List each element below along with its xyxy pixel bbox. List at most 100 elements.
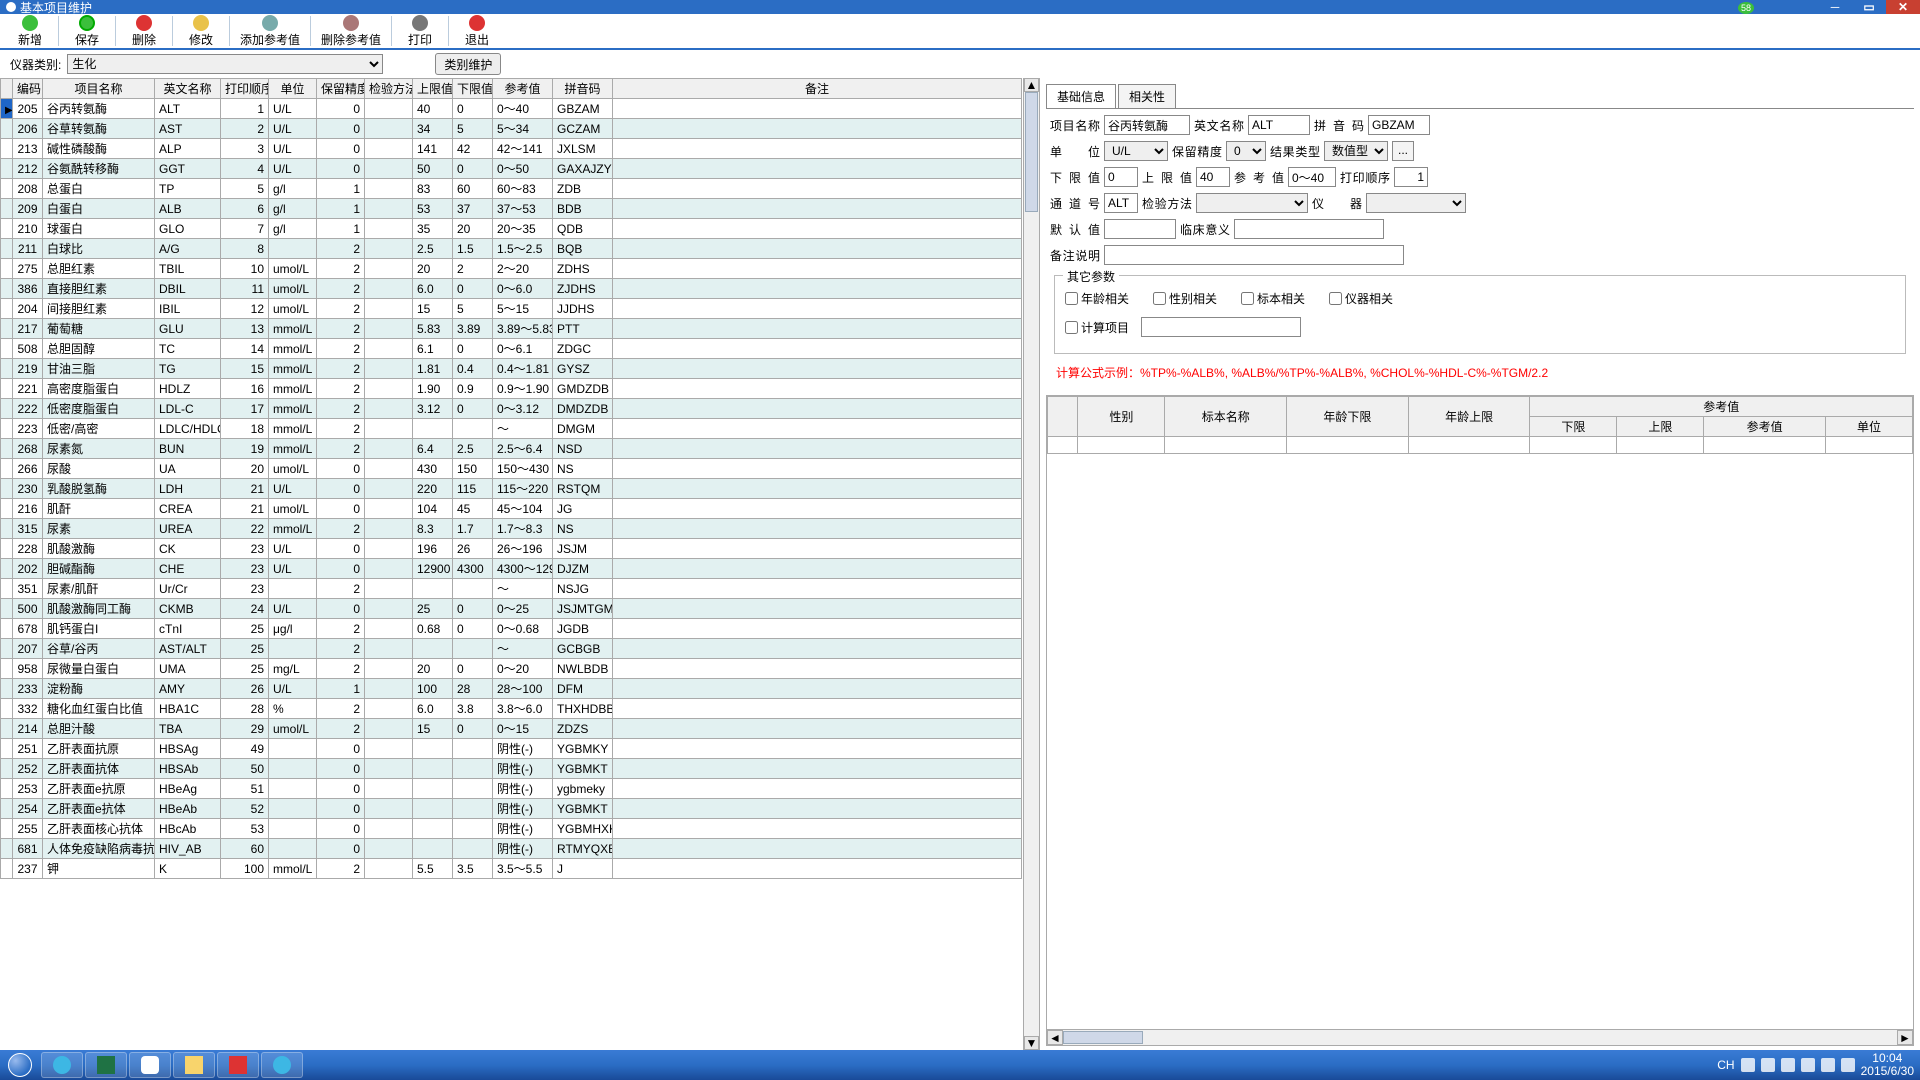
- table-row[interactable]: 222低密度脂蛋白LDL-C17mmol/L23.1200～3.12DMDZDB: [1, 399, 1022, 419]
- add-ref-button[interactable]: 添加参考值: [232, 14, 308, 48]
- task-pdf[interactable]: [217, 1052, 259, 1078]
- table-row[interactable]: 958尿微量白蛋白UMA25mg/L22000～20NWLBDB: [1, 659, 1022, 679]
- input-name[interactable]: [1104, 115, 1190, 135]
- hscroll-right-icon[interactable]: ►: [1897, 1030, 1913, 1045]
- table-row[interactable]: 209白蛋白ALB6g/l1533737～53BDB: [1, 199, 1022, 219]
- select-restype[interactable]: 数值型: [1324, 141, 1388, 161]
- save-button[interactable]: 保存: [61, 14, 113, 48]
- table-row[interactable]: 332糖化血红蛋白比值HBA1C28%26.03.83.8～6.0THXHDBB…: [1, 699, 1022, 719]
- input-ch[interactable]: [1104, 193, 1138, 213]
- table-row[interactable]: 221高密度脂蛋白HDLZ16mmol/L21.900.90.9～1.90GMD…: [1, 379, 1022, 399]
- task-ie[interactable]: [41, 1052, 83, 1078]
- exit-button[interactable]: 退出: [451, 14, 503, 48]
- table-row[interactable]: 211白球比A/G822.51.51.5～2.5BQB: [1, 239, 1022, 259]
- col-header[interactable]: 保留精度: [317, 79, 365, 99]
- table-row[interactable]: 266尿酸UA20umol/L0430150150～430NS: [1, 459, 1022, 479]
- input-clin[interactable]: [1234, 219, 1384, 239]
- chk-age[interactable]: 年龄相关: [1065, 290, 1129, 307]
- table-row[interactable]: 254乙肝表面e抗体HBeAb520阴性(-)YGBMKT: [1, 799, 1022, 819]
- table-row[interactable]: 268尿素氮BUN19mmol/L26.42.52.5～6.4NSD: [1, 439, 1022, 459]
- scroll-thumb[interactable]: [1025, 92, 1038, 212]
- table-row[interactable]: 214总胆汁酸TBA29umol/L21500～15ZDZS: [1, 719, 1022, 739]
- table-row[interactable]: 216肌酐CREA21umol/L01044545～104JG: [1, 499, 1022, 519]
- add-button[interactable]: 新增: [4, 14, 56, 48]
- ref-subtable[interactable]: 性别 标本名称 年龄下限 年龄上限 参考值 下限 上限 参考值 单位: [1046, 395, 1914, 1046]
- window-max-button[interactable]: ▭: [1852, 0, 1886, 14]
- table-row[interactable]: 205谷丙转氨酶ALT1U/L04000～40GBZAM: [1, 99, 1022, 119]
- chk-calc[interactable]: 计算项目: [1065, 319, 1129, 336]
- select-method[interactable]: [1196, 193, 1308, 213]
- table-row[interactable]: 315尿素UREA22mmol/L28.31.71.7～8.3NS: [1, 519, 1022, 539]
- col-header[interactable]: 单位: [269, 79, 317, 99]
- select-inst[interactable]: [1366, 193, 1466, 213]
- task-qq[interactable]: [129, 1052, 171, 1078]
- edit-button[interactable]: 修改: [175, 14, 227, 48]
- col-header[interactable]: 检验方法: [365, 79, 413, 99]
- table-row[interactable]: 210球蛋白GLO7g/l1352020～35QDB: [1, 219, 1022, 239]
- table-row[interactable]: 251乙肝表面抗原HBSAg490阴性(-)YGBMKY: [1, 739, 1022, 759]
- input-order[interactable]: [1394, 167, 1428, 187]
- table-row[interactable]: 202胆碱酯酶CHE23U/L01290043004300～12900DJZM: [1, 559, 1022, 579]
- input-ref[interactable]: [1288, 167, 1336, 187]
- task-excel[interactable]: [85, 1052, 127, 1078]
- items-table[interactable]: 编码项目名称英文名称打印顺序单位保留精度检验方法上限值下限值参考值拼音码备注 2…: [0, 78, 1023, 1050]
- select-prec[interactable]: 0: [1226, 141, 1266, 161]
- col-header[interactable]: 参考值: [493, 79, 553, 99]
- input-calc[interactable]: [1141, 317, 1301, 337]
- tray-icon-3[interactable]: [1781, 1058, 1795, 1072]
- tab-basic[interactable]: 基础信息: [1046, 84, 1116, 108]
- input-hi[interactable]: [1196, 167, 1230, 187]
- table-row[interactable]: 351尿素/肌酐Ur/Cr232～NSJG: [1, 579, 1022, 599]
- chk-sample[interactable]: 标本相关: [1241, 290, 1305, 307]
- table-scrollbar[interactable]: ▲ ▼: [1023, 78, 1039, 1050]
- input-def[interactable]: [1104, 219, 1176, 239]
- table-row[interactable]: 204间接胆红素IBIL12umol/L21555～15JJDHS: [1, 299, 1022, 319]
- col-header[interactable]: 上限值: [413, 79, 453, 99]
- col-header[interactable]: 备注: [613, 79, 1022, 99]
- table-row[interactable]: 233淀粉酶AMY26U/L11002828～100DFM: [1, 679, 1022, 699]
- table-row[interactable]: 237钾K100mmol/L25.53.53.5～5.5J: [1, 859, 1022, 879]
- table-row[interactable]: 212谷氨酰转移酶GGT4U/L05000～50GAXAJZYM: [1, 159, 1022, 179]
- select-unit[interactable]: U/L: [1104, 141, 1168, 161]
- table-row[interactable]: 223低密/高密LDLC/HDLC18mmol/L2～DMGM: [1, 419, 1022, 439]
- task-explorer[interactable]: [173, 1052, 215, 1078]
- input-en[interactable]: [1248, 115, 1310, 135]
- tray-icon-5[interactable]: [1821, 1058, 1835, 1072]
- col-header[interactable]: 打印顺序: [221, 79, 269, 99]
- clock[interactable]: 10:04 2015/6/30: [1861, 1052, 1914, 1078]
- print-button[interactable]: 打印: [394, 14, 446, 48]
- tab-related[interactable]: 相关性: [1118, 84, 1176, 108]
- tray-icon-6[interactable]: [1841, 1058, 1855, 1072]
- table-row[interactable]: 255乙肝表面核心抗体HBcAb530阴性(-)YGBMHXKT: [1, 819, 1022, 839]
- input-lo[interactable]: [1104, 167, 1138, 187]
- col-header[interactable]: 项目名称: [43, 79, 155, 99]
- col-header[interactable]: 编码: [13, 79, 43, 99]
- hscroll-thumb[interactable]: [1063, 1031, 1143, 1044]
- tray-icon-1[interactable]: [1741, 1058, 1755, 1072]
- table-row[interactable]: 508总胆固醇TC14mmol/L26.100～6.1ZDGC: [1, 339, 1022, 359]
- more-button[interactable]: ...: [1392, 141, 1414, 161]
- table-row[interactable]: 207谷草/谷丙AST/ALT252～GCBGB: [1, 639, 1022, 659]
- window-min-button[interactable]: ─: [1818, 0, 1852, 14]
- del-ref-button[interactable]: 删除参考值: [313, 14, 389, 48]
- tray-icon-2[interactable]: [1761, 1058, 1775, 1072]
- tray-icon-4[interactable]: [1801, 1058, 1815, 1072]
- table-row[interactable]: 213碱性磷酸酶ALP3U/L01414242～141JXLSM: [1, 139, 1022, 159]
- input-note[interactable]: [1104, 245, 1404, 265]
- col-header[interactable]: 下限值: [453, 79, 493, 99]
- table-row[interactable]: 253乙肝表面e抗原HBeAg510阴性(-)ygbmeky: [1, 779, 1022, 799]
- table-row[interactable]: 230乳酸脱氢酶LDH21U/L0220115115～220RSTQM: [1, 479, 1022, 499]
- chk-inst[interactable]: 仪器相关: [1329, 290, 1393, 307]
- window-close-button[interactable]: ✕: [1886, 0, 1920, 14]
- table-row[interactable]: 275总胆红素TBIL10umol/L22022～20ZDHS: [1, 259, 1022, 279]
- table-row[interactable]: 228肌酸激酶CK23U/L01962626～196JSJM: [1, 539, 1022, 559]
- lang-indicator[interactable]: CH: [1717, 1058, 1734, 1072]
- col-header[interactable]: 英文名称: [155, 79, 221, 99]
- hscroll-left-icon[interactable]: ◄: [1047, 1030, 1063, 1045]
- table-row[interactable]: 386直接胆红素DBIL11umol/L26.000～6.0ZJDHS: [1, 279, 1022, 299]
- table-row[interactable]: 678肌钙蛋白IcTnI25μg/l20.6800～0.68JGDB: [1, 619, 1022, 639]
- table-row[interactable]: 252乙肝表面抗体HBSAb500阴性(-)YGBMKT: [1, 759, 1022, 779]
- table-row[interactable]: 219甘油三脂TG15mmol/L21.810.40.4～1.81GYSZ: [1, 359, 1022, 379]
- start-button[interactable]: [0, 1050, 40, 1080]
- category-maintain-button[interactable]: 类别维护: [435, 53, 501, 75]
